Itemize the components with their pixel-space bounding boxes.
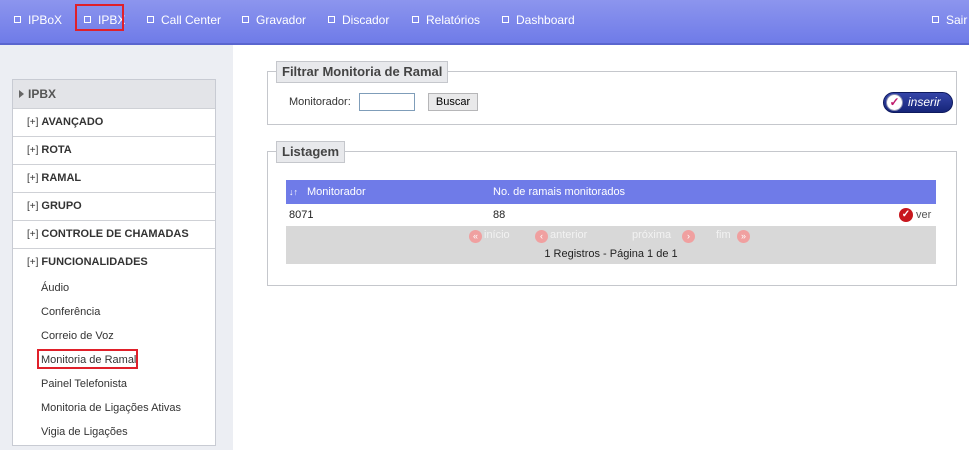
pagination-info: 1 Registros - Página 1 de 1 xyxy=(544,248,678,260)
sidebar-sub-item-audio[interactable]: Áudio xyxy=(13,276,215,300)
prev-page-icon: ‹ xyxy=(535,230,548,243)
section-label: ROTA xyxy=(41,144,72,156)
sidebar-section-rota[interactable]: [+] ROTA xyxy=(13,137,215,165)
bullet-icon xyxy=(242,16,249,24)
sidebar-selected-highlight-box xyxy=(37,349,138,369)
sidebar-sub-item-correio-de-voz[interactable]: Correio de Voz xyxy=(13,324,215,348)
nav-label: Dashboard xyxy=(516,13,575,27)
table-row: 8071 88 ✓ ver xyxy=(286,204,936,226)
bullet-icon xyxy=(502,16,509,24)
listing-legend: Listagem xyxy=(276,141,346,163)
first-page-link: início xyxy=(484,229,510,241)
view-check-icon[interactable]: ✓ xyxy=(899,208,913,222)
sidebar-sub-item-monitoria-de-ligacoes-ativas[interactable]: Monitoria de Ligações Ativas xyxy=(13,396,215,420)
top-nav-bar: IPBoX IPBX Call Center Gravador Discador… xyxy=(0,0,969,45)
view-link[interactable]: ver xyxy=(916,204,931,226)
cell-ramais: 88 xyxy=(493,209,506,221)
expand-icon: [+] xyxy=(27,117,39,128)
bullet-icon xyxy=(932,16,939,24)
sort-arrows-icon[interactable]: ↓↑ xyxy=(289,180,298,204)
nav-item-relatorios[interactable]: Relatórios xyxy=(412,0,480,40)
nav-item-dashboard[interactable]: Dashboard xyxy=(502,0,575,40)
first-page-icon: « xyxy=(469,230,482,243)
nav-label: Gravador xyxy=(256,13,307,27)
last-page-icon: » xyxy=(737,230,750,243)
nav-item-ipbox[interactable]: IPBoX xyxy=(14,0,62,40)
prev-page-link: anterior xyxy=(550,229,588,241)
expand-icon: [+] xyxy=(27,145,39,156)
section-label: AVANÇADO xyxy=(41,116,104,128)
section-label: FUNCIONALIDADES xyxy=(41,256,148,268)
nav-label: Call Center xyxy=(161,13,222,27)
cell-monitorador: 8071 xyxy=(289,209,314,221)
column-header-monitorador[interactable]: Monitorador xyxy=(307,180,366,204)
nav-label: Relatórios xyxy=(426,13,481,27)
last-page-link: fim xyxy=(716,229,731,241)
insert-button[interactable]: ✓ inserir xyxy=(883,92,953,113)
bullet-icon xyxy=(147,16,154,24)
monitorador-input[interactable] xyxy=(359,93,415,111)
sidebar-sub-item-conferencia[interactable]: Conferência xyxy=(13,300,215,324)
search-button[interactable]: Buscar xyxy=(428,93,478,111)
table-header: ↓↑ Monitorador No. de ramais monitorados xyxy=(286,180,936,204)
logout-link[interactable]: Sair xyxy=(932,0,967,40)
check-icon: ✓ xyxy=(886,94,903,111)
nav-label: IPBoX xyxy=(28,13,63,27)
filter-legend: Filtrar Monitoria de Ramal xyxy=(276,61,449,83)
sidebar-sub-item-vigia-de-ligacoes[interactable]: Vigia de Ligações xyxy=(13,420,215,444)
next-page-link: próxima xyxy=(632,229,672,241)
expand-icon: [+] xyxy=(27,201,39,212)
bullet-icon xyxy=(14,16,21,24)
nav-item-call-center[interactable]: Call Center xyxy=(147,0,221,40)
sidebar-menu: IPBX [+] AVANÇADO [+] ROTA [+] RAMAL [+] GRU… xyxy=(12,79,216,446)
monitorador-label: Monitorador: xyxy=(289,96,351,108)
sidebar-header-label: IPBX xyxy=(28,87,57,101)
section-label: GRUPO xyxy=(41,200,82,212)
expand-icon: [+] xyxy=(27,173,39,184)
nav-item-discador[interactable]: Discador xyxy=(328,0,389,40)
sidebar-section-grupo[interactable]: [+] GRUPO xyxy=(13,193,215,221)
expand-icon: [+] xyxy=(27,257,39,268)
section-label: RAMAL xyxy=(41,172,82,184)
section-label: CONTROLE DE CHAMADAS xyxy=(41,228,189,240)
nav-item-gravador[interactable]: Gravador xyxy=(242,0,306,40)
sidebar-sub-item-painel-telefonista[interactable]: Painel Telefonista xyxy=(13,372,215,396)
sidebar-section-controle-de-chamadas[interactable]: [+] CONTROLE DE CHAMADAS xyxy=(13,221,215,249)
sidebar-section-ramal[interactable]: [+] RAMAL xyxy=(13,165,215,193)
sidebar-section-funcionalidades[interactable]: [+] FUNCIONALIDADES xyxy=(13,249,215,276)
bullet-icon xyxy=(412,16,419,24)
bullet-icon xyxy=(328,16,335,24)
nav-label: Discador xyxy=(342,13,390,27)
column-header-ramais: No. de ramais monitorados xyxy=(493,186,626,198)
next-page-icon: › xyxy=(682,230,695,243)
logout-label: Sair xyxy=(946,13,968,27)
insert-label: inserir xyxy=(908,95,941,109)
nav-ipbx-highlight-box xyxy=(75,4,124,31)
pagination-bar: « início ‹ anterior próxima › fim » 1 Re… xyxy=(286,226,936,264)
expand-icon: [+] xyxy=(27,229,39,240)
triangle-right-icon xyxy=(19,89,24,98)
sidebar-header[interactable]: IPBX xyxy=(13,80,215,109)
sidebar-section-avancado[interactable]: [+] AVANÇADO xyxy=(13,109,215,137)
